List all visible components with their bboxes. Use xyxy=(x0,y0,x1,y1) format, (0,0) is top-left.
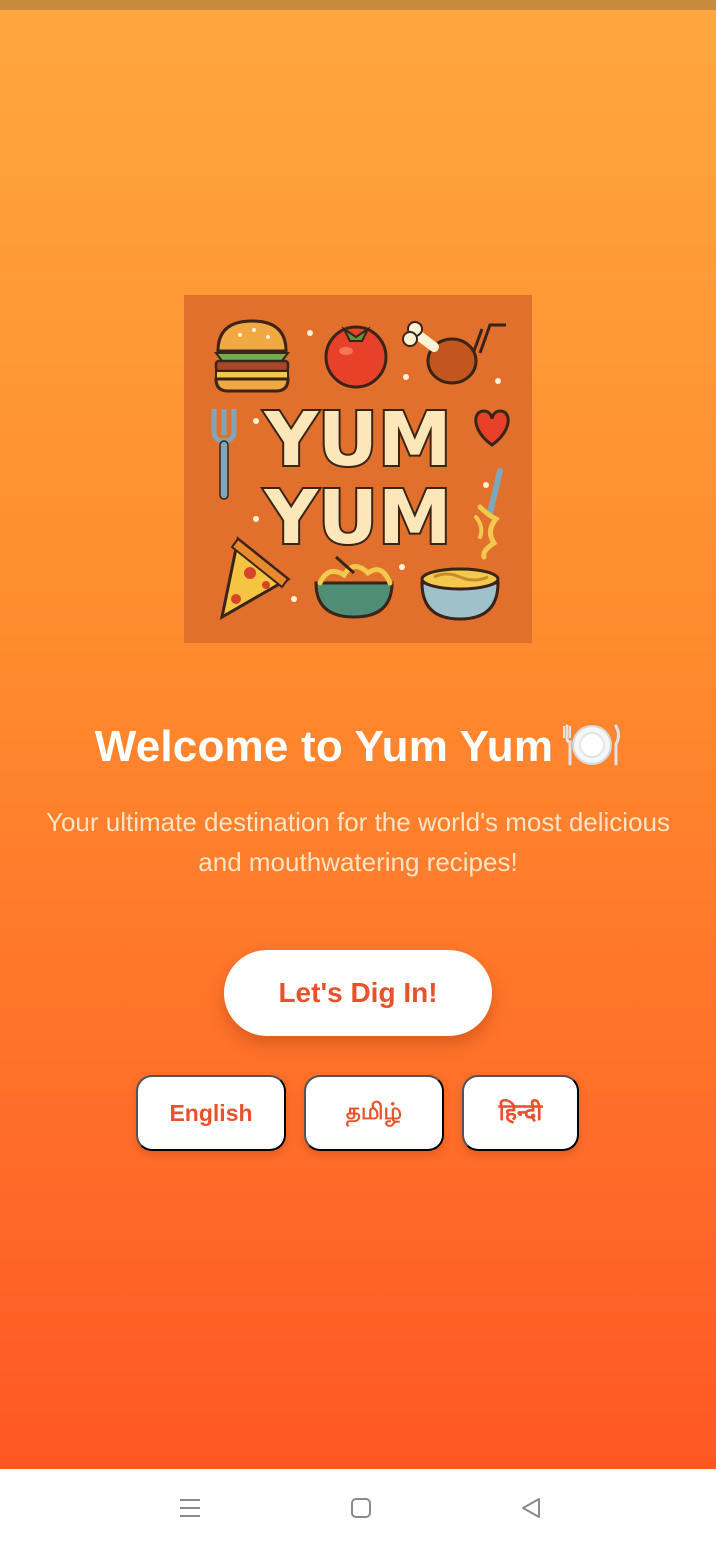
welcome-title: Welcome to Yum Yum xyxy=(0,722,716,777)
screen: YUM YUM Welcome to Yum Yum Your ultimate… xyxy=(0,0,716,1546)
welcome-screen: YUM YUM Welcome to Yum Yum Your ultimate… xyxy=(0,10,716,1469)
menu-icon[interactable] xyxy=(175,1493,205,1523)
language-english-button[interactable]: English xyxy=(136,1075,286,1151)
welcome-title-text: Welcome to Yum Yum xyxy=(94,722,554,772)
yum-yum-logo: YUM YUM xyxy=(184,295,532,643)
language-tamil-button[interactable]: தமிழ் xyxy=(304,1075,444,1151)
back-triangle-icon[interactable] xyxy=(516,1493,546,1523)
logo-text-line2: YUM xyxy=(263,475,451,561)
home-square-icon[interactable] xyxy=(346,1493,376,1523)
logo-text-line1: YUM xyxy=(263,397,451,483)
plate-cutlery-icon xyxy=(563,722,621,777)
soup-bowl-icon xyxy=(420,567,500,621)
system-navigation-bar xyxy=(0,1469,716,1546)
welcome-subtitle: Your ultimate destination for the world'… xyxy=(46,807,670,877)
burger-icon xyxy=(214,319,290,393)
tomato-icon xyxy=(324,325,388,389)
language-hindi-button[interactable]: हिन्दी xyxy=(462,1075,579,1151)
status-bar xyxy=(0,0,716,10)
lets-dig-in-button[interactable]: Let's Dig In! xyxy=(224,950,492,1036)
